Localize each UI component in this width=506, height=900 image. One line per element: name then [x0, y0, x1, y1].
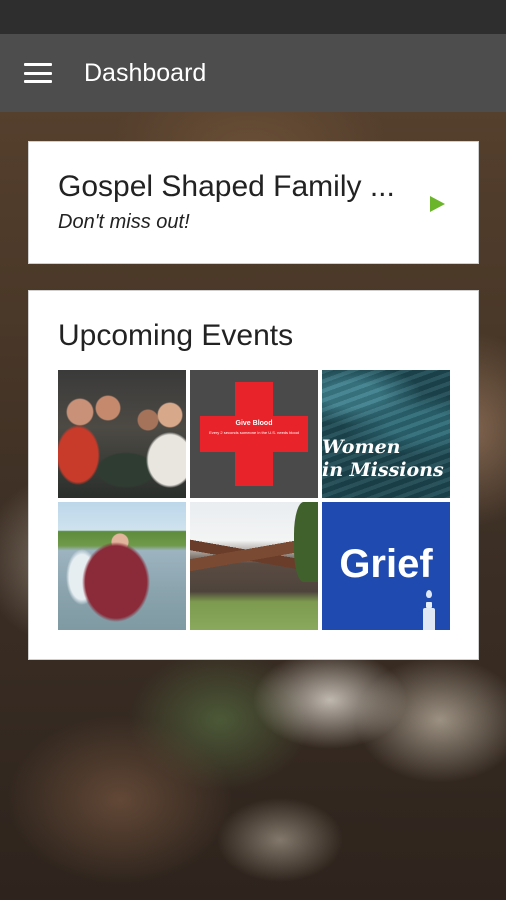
give-blood-text: Every 2 seconds someone in the U.S. need… [209, 430, 299, 435]
hamburger-menu-icon[interactable] [24, 63, 52, 83]
water-bottle-icon [422, 590, 436, 630]
women-in-missions-label: Women in Missions [322, 436, 450, 482]
app-bar: Dashboard [0, 34, 506, 112]
events-title: Upcoming Events [58, 319, 294, 352]
play-icon[interactable] [427, 194, 447, 214]
event-tile-pavilion[interactable] [190, 502, 318, 630]
event-tile-grief[interactable]: Grief [322, 502, 450, 630]
event-tile-women-in-missions[interactable]: Women in Missions [322, 370, 450, 498]
upcoming-events-card: Upcoming Events Give Blood Every 2 secon… [28, 290, 479, 660]
promo-subtitle: Don't miss out! [58, 211, 190, 233]
grief-label: Grief [339, 542, 433, 586]
event-tile-give-blood[interactable]: Give Blood Every 2 seconds someone in th… [190, 370, 318, 498]
status-bar [0, 0, 506, 34]
events-grid: Give Blood Every 2 seconds someone in th… [58, 370, 450, 630]
tree-shape [294, 502, 318, 582]
event-tile-group-photo[interactable] [58, 370, 186, 498]
promo-title: Gospel Shaped Family ... [58, 170, 395, 203]
give-blood-heading: Give Blood [235, 420, 273, 427]
event-tile-baptism[interactable] [58, 502, 186, 630]
wim-line1: Women [322, 436, 401, 458]
wim-line2: in Missions [322, 459, 444, 481]
page-title: Dashboard [84, 58, 207, 87]
promo-card[interactable]: Gospel Shaped Family ... Don't miss out! [28, 141, 479, 264]
